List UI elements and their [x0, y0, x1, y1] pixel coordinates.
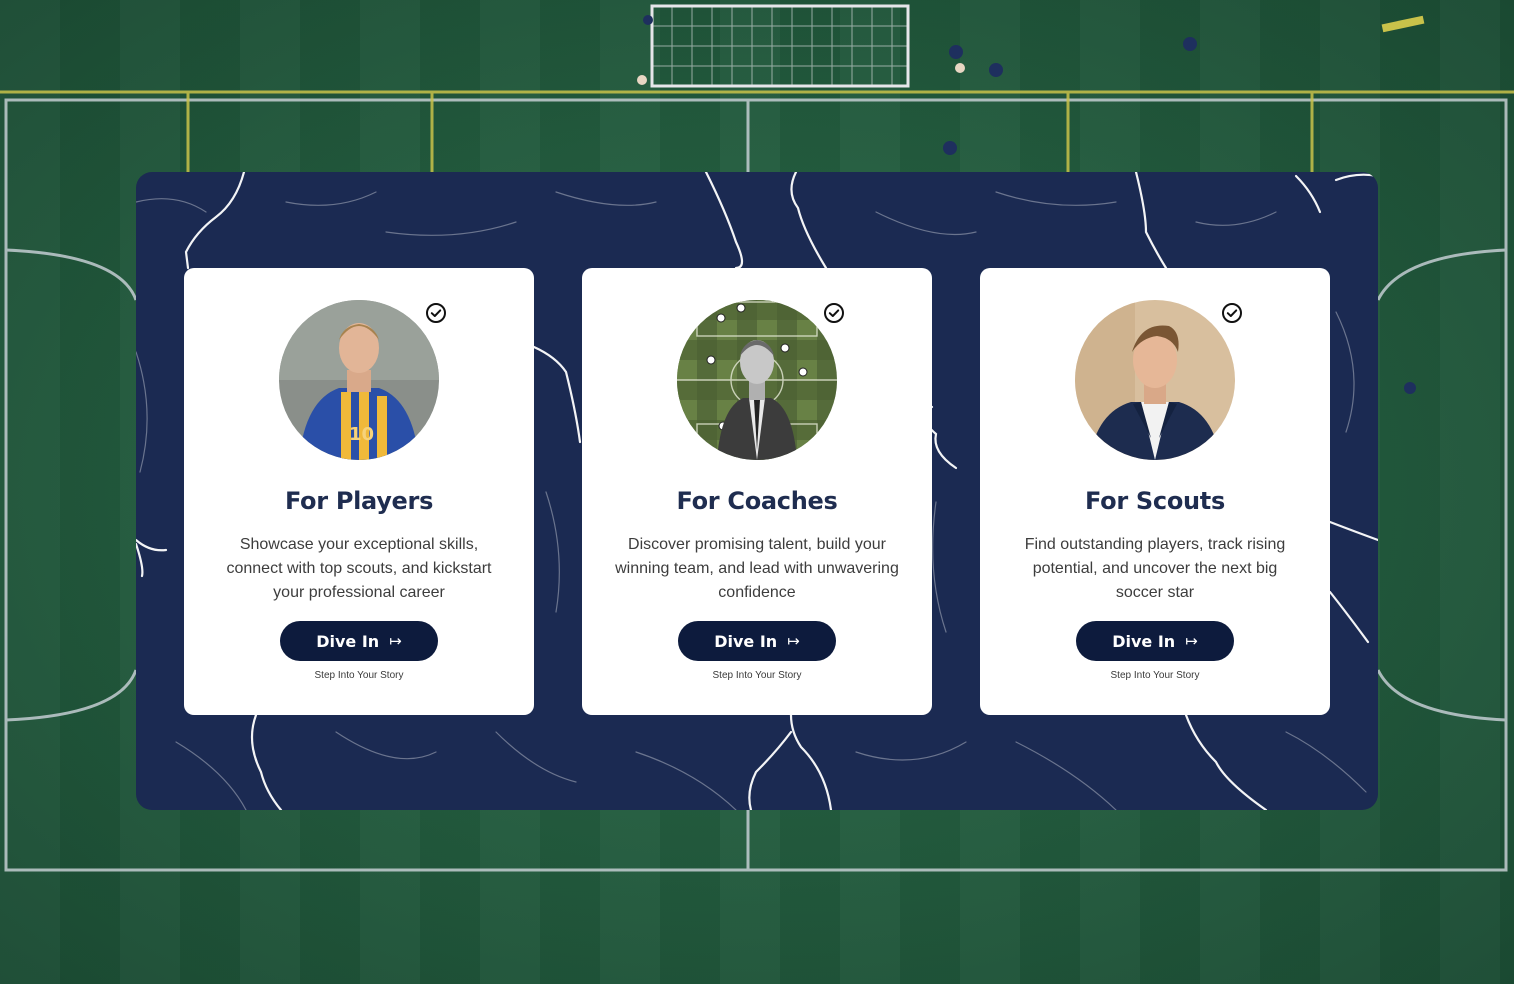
- card-title: For Coaches: [676, 487, 838, 515]
- coach-avatar-wrap: [677, 300, 844, 460]
- card-title: For Scouts: [1085, 487, 1225, 515]
- card-subtext: Step Into Your Story: [1110, 670, 1200, 681]
- scouts-card: For Scouts Find outstanding players, tra…: [980, 268, 1330, 715]
- dive-in-label: Dive In: [1112, 631, 1176, 651]
- roles-panel: 10 For Players Showcase your exceptional…: [136, 172, 1378, 810]
- dive-in-button[interactable]: Dive In ↦: [1076, 621, 1234, 661]
- players-card: 10 For Players Showcase your exceptional…: [184, 268, 534, 715]
- dive-in-button[interactable]: Dive In ↦: [678, 621, 836, 661]
- dive-in-label: Dive In: [714, 631, 778, 651]
- goal-net: [650, 4, 910, 88]
- card-title: For Players: [284, 487, 434, 515]
- card-description: Discover promising talent, build your wi…: [615, 536, 899, 601]
- verified-check-icon: [824, 303, 844, 323]
- scout-avatar-wrap: [1075, 300, 1242, 460]
- card-description: Showcase your exceptional skills, connec…: [226, 536, 492, 601]
- svg-text:10: 10: [349, 424, 374, 445]
- arrow-right-to-bar-icon: ↦: [787, 632, 800, 650]
- verified-check-icon: [426, 303, 446, 323]
- dive-in-button[interactable]: Dive In ↦: [280, 621, 438, 661]
- card-description: Find outstanding players, track rising p…: [1024, 536, 1286, 601]
- coach-avatar: [677, 300, 837, 460]
- scout-avatar: [1075, 300, 1235, 460]
- arrow-right-to-bar-icon: ↦: [1185, 632, 1198, 650]
- verified-check-icon: [1222, 303, 1242, 323]
- card-subtext: Step Into Your Story: [712, 670, 802, 681]
- player-avatar: 10: [279, 300, 439, 460]
- arrow-right-to-bar-icon: ↦: [389, 632, 402, 650]
- card-subtext: Step Into Your Story: [314, 670, 404, 681]
- dive-in-label: Dive In: [316, 631, 380, 651]
- player-avatar-wrap: 10: [279, 300, 446, 460]
- coaches-card: For Coaches Discover promising talent, b…: [582, 268, 932, 715]
